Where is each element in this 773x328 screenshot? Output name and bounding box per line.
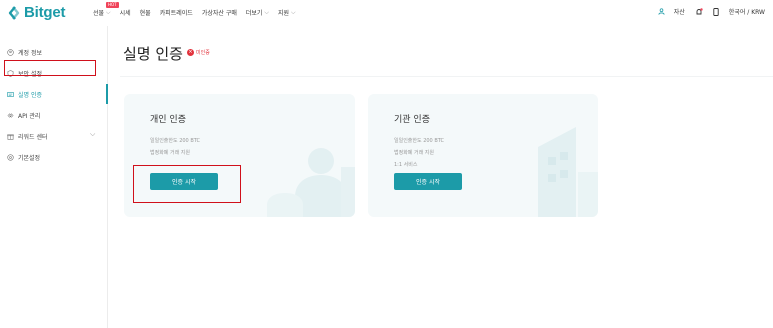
sidebar-item-label: 리워드 센터: [18, 133, 48, 141]
sidebar-item-label: 기본설정: [18, 154, 41, 162]
chevron-down-icon[interactable]: ⌵: [90, 130, 95, 139]
chevron-down-icon: ⌵: [291, 8, 296, 16]
language-label: 한국어 / KRW: [728, 9, 765, 16]
nav-item-label: 선물: [93, 10, 105, 17]
nav-item-label: 가상자산 구매: [201, 10, 237, 17]
bitget-logo[interactable]: Bitget: [7, 4, 65, 21]
language-selector[interactable]: 한국어 / KRW: [729, 7, 765, 16]
sidebar-item-label: 실명 인증: [18, 91, 42, 99]
status-label: 미인증: [196, 50, 210, 56]
user-icon: [658, 8, 665, 15]
person-illustration-icon: [267, 148, 355, 217]
nav-item-support[interactable]: 지원 ⌵: [277, 8, 296, 18]
sidebar-item-label: API 관리: [18, 112, 41, 120]
institutional-verification-card: 기관 인증 일일인출한도 200 BTC 법정화폐 거래 지원 1:1 서비스 …: [368, 94, 598, 217]
phone-icon: [713, 7, 719, 16]
chevron-down-icon: ⌵: [264, 8, 269, 16]
nav-item-label: 더보기: [245, 10, 263, 17]
gift-icon: [7, 133, 14, 140]
verification-status-badge: × 미인증: [187, 49, 210, 56]
active-indicator: [106, 84, 108, 104]
bitget-logo-icon: [8, 5, 20, 20]
nav-item-spot[interactable]: 현물: [140, 8, 151, 17]
assets-menu[interactable]: 자산: [658, 7, 685, 16]
nav-item-label: 현물: [139, 10, 151, 17]
card-benefit: 일일인출한도 200 BTC: [394, 138, 445, 144]
right-nav: 자산 한국어 / KRW: [648, 7, 765, 16]
building-illustration-icon: [538, 127, 598, 217]
person-icon: [7, 48, 14, 56]
nav-item-label: 지원: [277, 10, 290, 17]
brand-name: Bitget: [24, 4, 66, 21]
nav-item-buy-crypto[interactable]: 가상자산 구매: [202, 8, 237, 17]
error-icon: ×: [187, 49, 194, 56]
nav-item-copy-trade[interactable]: 카피트레이드: [160, 8, 193, 17]
card-title: 기관 인증: [394, 115, 430, 125]
highlight-box-sidebar: [4, 60, 96, 76]
top-nav: Bitget 선물 ⌵ HOT 시세 현물 카피트레이드 가상자산 구매 더보기…: [0, 0, 773, 26]
sidebar-item-kyc[interactable]: 실명 인증: [7, 88, 42, 100]
start-verification-button[interactable]: 인증 시작: [394, 173, 462, 190]
sidebar-item-label: 계정 정보: [18, 49, 42, 57]
sidebar-item-api[interactable]: API 관리: [7, 109, 40, 121]
divider: [120, 76, 773, 77]
download-app-button[interactable]: [713, 7, 719, 16]
api-icon: [7, 112, 14, 118]
highlight-box-button: [133, 165, 241, 203]
settings-icon: [7, 153, 14, 161]
hot-badge: HOT: [106, 2, 119, 8]
bell-icon: [696, 7, 703, 14]
sidebar-item-rewards[interactable]: 리워드 센터: [7, 130, 48, 142]
nav-item-futures[interactable]: 선물 ⌵ HOT: [93, 2, 119, 17]
nav-item-markets[interactable]: 시세: [120, 8, 131, 17]
nav-item-label: 카피트레이드: [159, 10, 193, 17]
nav-item-more[interactable]: 더보기 ⌵: [245, 8, 269, 18]
id-card-icon: [7, 91, 14, 97]
assets-label: 자산: [673, 9, 685, 16]
notifications-button[interactable]: [695, 7, 703, 16]
card-benefit: 법정화폐 거래 지원: [150, 150, 190, 156]
card-benefit: 일일인출한도 200 BTC: [150, 138, 201, 144]
card-benefit: 법정화폐 거래 지원: [394, 150, 434, 156]
sidebar-item-account-info[interactable]: 계정 정보: [7, 46, 42, 58]
nav-item-label: 시세: [119, 10, 131, 17]
card-benefit: 1:1 서비스: [394, 162, 418, 168]
chevron-down-icon: ⌵: [106, 8, 111, 16]
sidebar-item-preferences[interactable]: 기본설정: [7, 151, 40, 163]
card-title: 개인 인증: [150, 115, 186, 125]
main-menu: 선물 ⌵ HOT 시세 현물 카피트레이드 가상자산 구매 더보기 ⌵ 지원 ⌵: [93, 2, 305, 18]
page-title: 실명 인증: [123, 45, 183, 63]
